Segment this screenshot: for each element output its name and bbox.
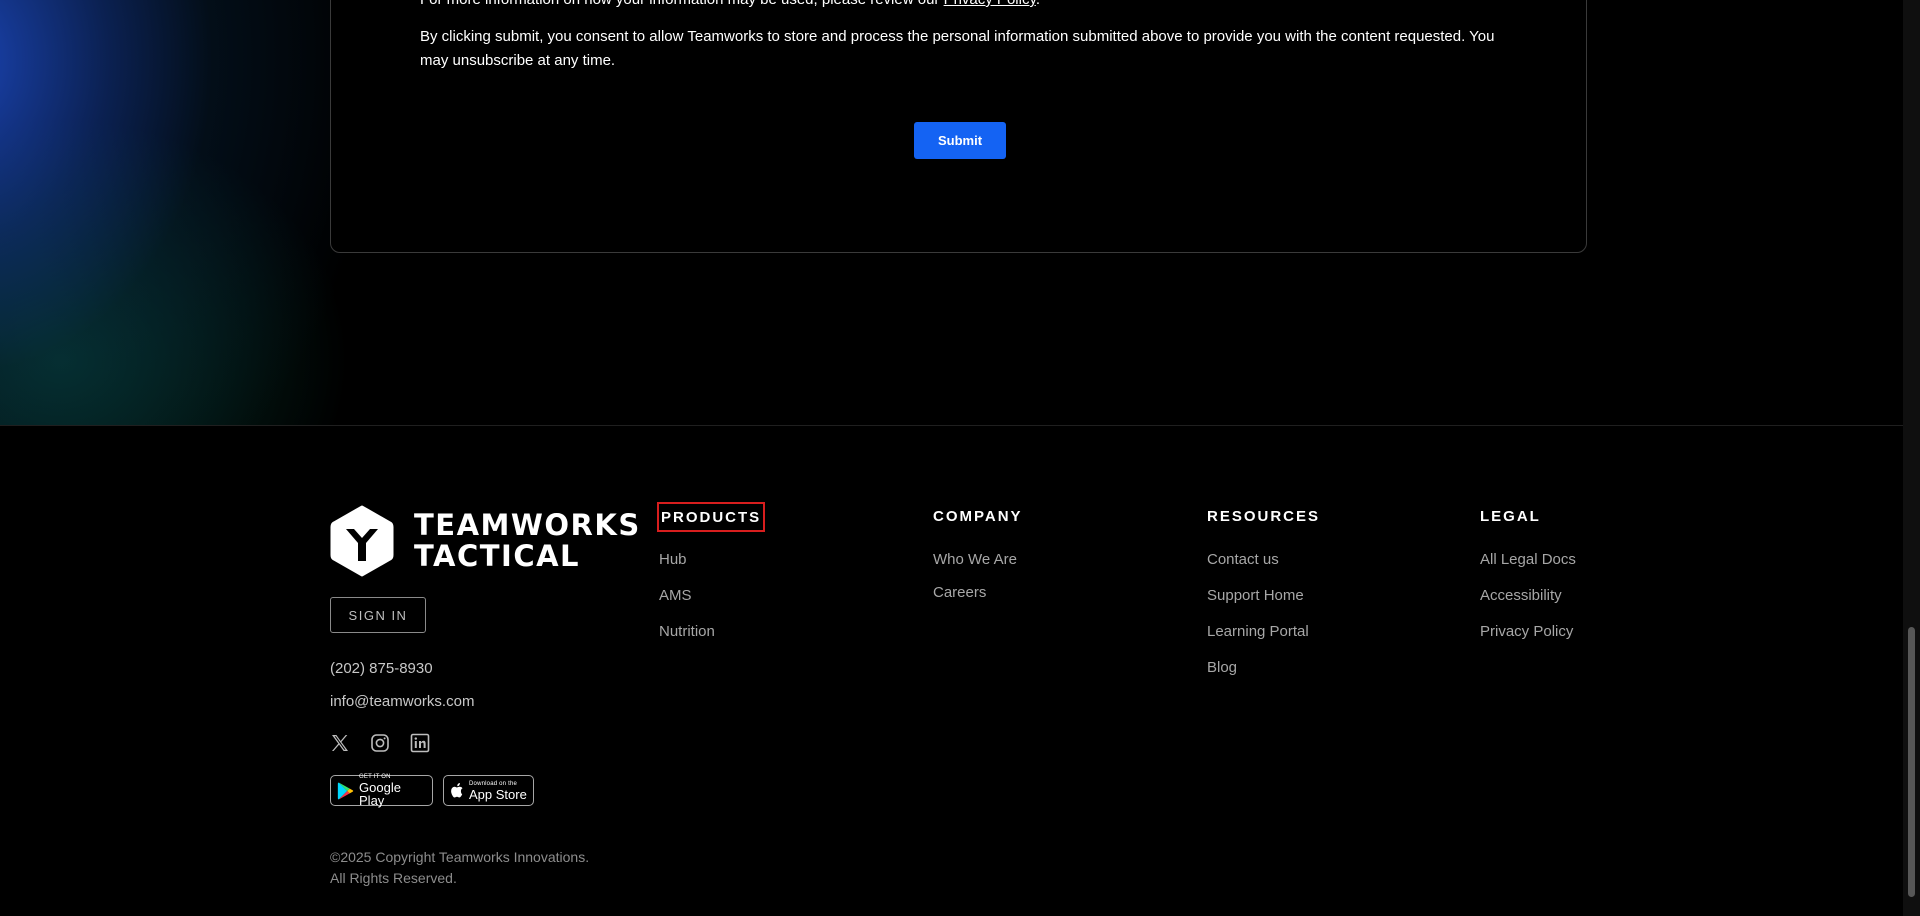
footer-column-resources: RESOURCES Contact us Support Home Learni… [1207,508,1320,695]
products-heading[interactable]: PRODUCTS [657,502,766,532]
teamworks-logo-icon [330,505,394,577]
hub-link[interactable]: Hub [659,551,687,568]
logo-line-2: TACTICAL [414,539,581,573]
resources-list: Contact us Support Home Learning Portal … [1207,551,1320,695]
footer-link-blog: Blog [1207,659,1320,695]
google-play-badge[interactable]: GET IT ON Google Play [330,774,433,807]
consent-text: By clicking submit, you consent to allow… [420,28,1495,69]
submit-button[interactable]: Submit [914,122,1006,159]
instagram-icon[interactable] [370,733,390,753]
careers-link[interactable]: Careers [933,584,986,601]
company-heading: COMPANY [933,508,1023,525]
x-icon[interactable] [330,733,350,753]
legal-heading: LEGAL [1480,508,1541,525]
privacy-notice: For more information on how your informa… [420,0,1040,8]
copyright-line-2: All Rights Reserved. [330,870,457,886]
footer-link-nutrition: Nutrition [659,623,765,659]
footer-link-ams: AMS [659,587,765,623]
footer-link-who-we-are: Who We Are [933,551,1023,584]
teamworks-tactical-logo[interactable]: TEAMWORKS TACTICAL [330,505,641,577]
google-play-icon [337,781,354,800]
footer-link-hub: Hub [659,551,765,587]
learning-portal-link[interactable]: Learning Portal [1207,623,1309,640]
sign-in-button[interactable]: SIGN IN [330,597,426,633]
app-store-badges: GET IT ON Google Play Download on the Ap… [330,774,534,807]
google-play-big: Google Play [359,780,401,808]
phone-link[interactable]: (202) 875-8930 [330,660,433,677]
copyright-line-1: ©2025 Copyright Teamworks Innovations. [330,849,590,865]
email-link[interactable]: info@teamworks.com [330,693,474,710]
footer-link-accessibility: Accessibility [1480,587,1576,623]
app-store-big: App Store [469,786,527,802]
app-store-badge[interactable]: Download on the App Store [443,775,534,806]
footer-link-careers: Careers [933,584,1023,617]
all-legal-docs-link[interactable]: All Legal Docs [1480,551,1576,568]
footer [0,426,1920,916]
footer-link-support-home: Support Home [1207,587,1320,623]
logo-line-1: TEAMWORKS [414,508,641,542]
app-store-small: Download on the [469,780,518,787]
footer-link-all-legal-docs: All Legal Docs [1480,551,1576,587]
nutrition-link[interactable]: Nutrition [659,623,715,640]
footer-link-contact-us: Contact us [1207,551,1320,587]
contact-us-link[interactable]: Contact us [1207,551,1279,568]
privacy-notice-suffix: . [1036,0,1040,8]
accessibility-link[interactable]: Accessibility [1480,587,1562,604]
legal-list: All Legal Docs Accessibility Privacy Pol… [1480,551,1576,659]
google-play-text: GET IT ON Google Play [359,774,426,807]
scrollbar-thumb[interactable] [1908,627,1915,897]
privacy-notice-text: For more information on how your informa… [420,0,939,8]
page: For more information on how your informa… [0,0,1920,916]
footer-column-products: PRODUCTS Hub AMS Nutrition [657,502,766,659]
page-scrollbar[interactable] [1903,0,1920,916]
resources-heading: RESOURCES [1207,508,1321,525]
footer-column-legal: LEGAL All Legal Docs Accessibility Priva… [1480,508,1576,659]
app-store-text: Download on the App Store [469,781,527,801]
products-list: Hub AMS Nutrition [659,551,765,659]
linkedin-icon[interactable] [410,733,430,753]
footer-link-learning-portal: Learning Portal [1207,623,1320,659]
privacy-policy-link[interactable]: Privacy Policy [944,0,1036,8]
support-home-link[interactable]: Support Home [1207,587,1304,604]
logo-wordmark: TEAMWORKS TACTICAL [414,510,641,572]
ams-link[interactable]: AMS [659,587,692,604]
copyright: ©2025 Copyright Teamworks Innovations. A… [330,847,589,889]
footer-column-company: COMPANY Who We Are Careers [933,508,1023,617]
apple-icon [451,783,463,798]
who-we-are-link[interactable]: Who We Are [933,551,1017,568]
footer-link-privacy-policy: Privacy Policy [1480,623,1576,659]
social-links [330,733,430,753]
company-list: Who We Are Careers [933,551,1023,617]
blog-link[interactable]: Blog [1207,659,1237,676]
privacy-policy-footer-link[interactable]: Privacy Policy [1480,623,1573,640]
